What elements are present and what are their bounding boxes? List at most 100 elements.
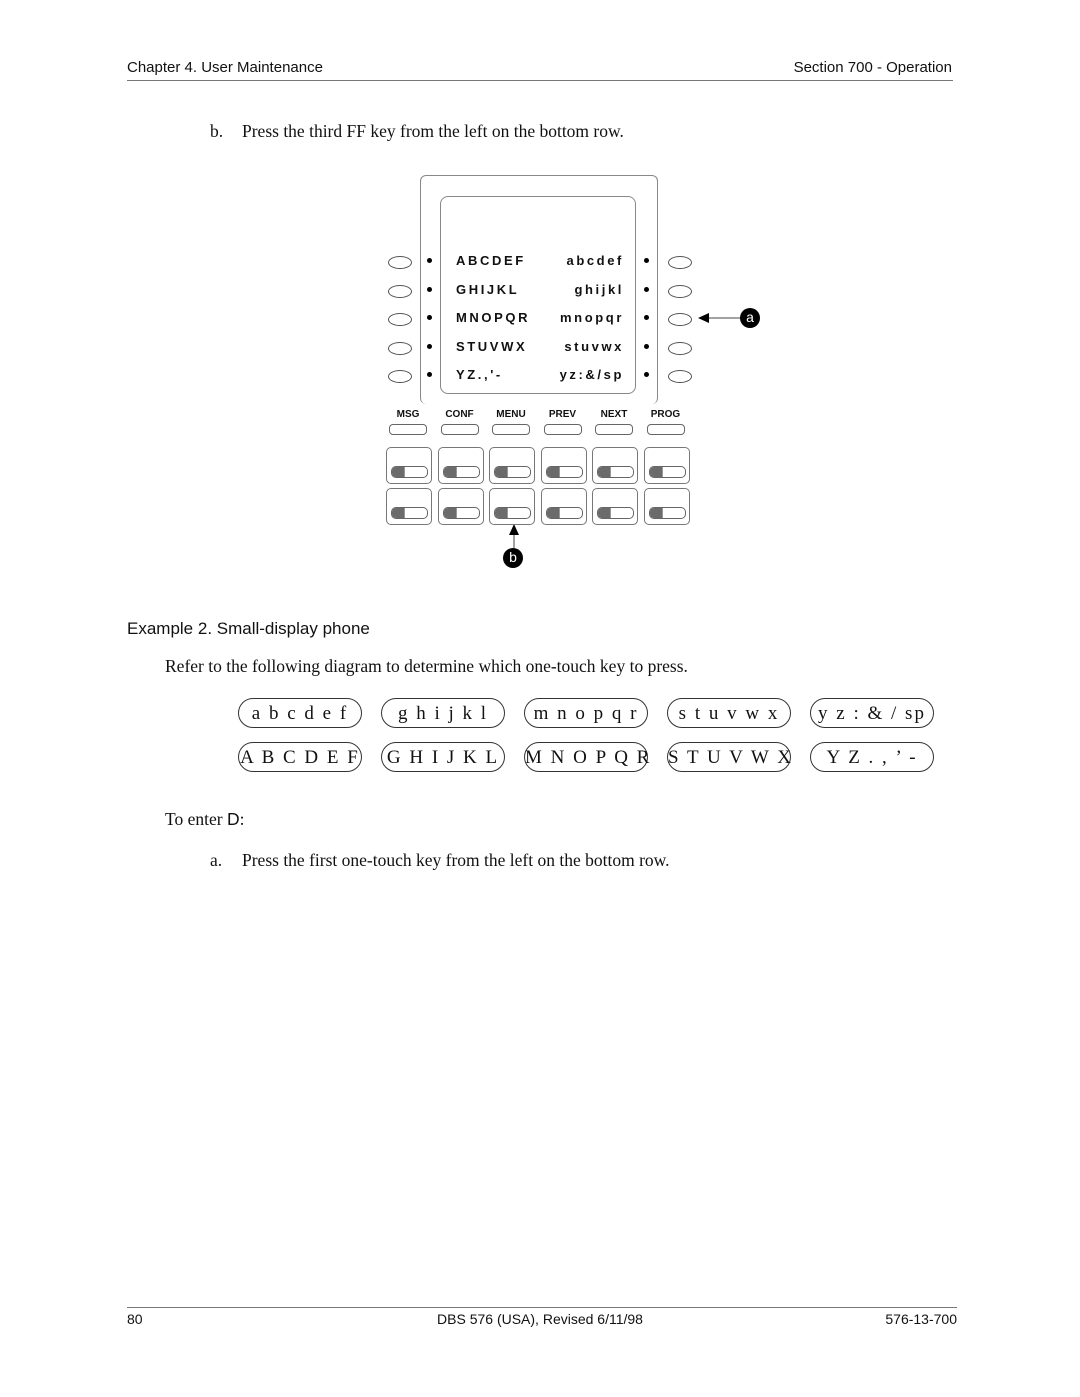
ff-key-led-icon — [391, 507, 428, 519]
running-header-chapter: Chapter 4. User Maintenance — [127, 59, 323, 76]
lcd-row: YZ.,'- yz:&/sp — [442, 367, 636, 387]
callout-b: b — [503, 548, 523, 568]
ff-key[interactable] — [592, 488, 638, 525]
left-soft-key[interactable] — [388, 370, 412, 383]
ff-key-led-icon — [391, 466, 428, 478]
example-2-intro: Refer to the following diagram to determ… — [165, 656, 688, 676]
callout-a: a — [740, 308, 760, 328]
one-touch-key[interactable]: s t u v w x — [667, 698, 791, 728]
ff-key-led-icon — [597, 466, 634, 478]
ff-key[interactable] — [489, 447, 535, 484]
one-touch-key[interactable]: g h i j k l — [381, 698, 505, 728]
callout-a-arrow — [698, 313, 740, 323]
lcd-lowercase-group: yz:&/sp — [559, 367, 624, 382]
lcd-row: ABCDEF abcdef — [442, 253, 636, 273]
right-indicator-dot — [644, 315, 649, 320]
one-touch-key[interactable]: M N O P Q R — [524, 742, 649, 772]
left-soft-key[interactable] — [388, 313, 412, 326]
lcd-lowercase-group: mnopqr — [560, 310, 624, 325]
lcd-uppercase-group: MNOPQR — [456, 310, 531, 325]
lcd-lowercase-group: stuvwx — [564, 338, 624, 354]
right-soft-key[interactable] — [668, 284, 692, 298]
ff-key[interactable] — [386, 447, 432, 484]
ff-key[interactable] — [540, 447, 587, 484]
lcd-row: STUVWX stuvwx — [442, 339, 636, 359]
one-touch-key[interactable]: A B C D E F — [238, 742, 362, 772]
ff-key[interactable] — [592, 447, 638, 484]
ff-key-led-icon — [442, 466, 480, 478]
right-soft-key[interactable] — [668, 341, 692, 355]
lcd-row: MNOPQR mnopqr — [442, 310, 636, 330]
to-enter-suffix: : — [239, 809, 245, 829]
function-key-msg[interactable] — [389, 424, 427, 435]
ff-key-led-icon — [494, 466, 531, 478]
left-soft-key[interactable] — [388, 341, 412, 355]
one-touch-key[interactable]: G H I J K L — [381, 742, 505, 772]
ff-key[interactable] — [540, 488, 587, 525]
one-touch-key[interactable]: y z : & / sp — [810, 698, 934, 728]
footer-doc-number: 576-13-700 — [885, 1311, 957, 1327]
left-indicator-dot — [427, 286, 432, 292]
function-key-label: MSG — [396, 409, 420, 420]
right-soft-key[interactable] — [668, 370, 692, 383]
ff-key[interactable] — [489, 488, 535, 525]
left-indicator-dot — [427, 258, 432, 263]
ff-key-led-icon — [648, 507, 686, 519]
lcd-row: GHIJKL ghijkl — [442, 282, 636, 302]
right-indicator-dot — [644, 372, 649, 377]
running-header-section: Section 700 - Operation — [793, 59, 952, 76]
function-key-label: MENU — [496, 409, 526, 420]
left-soft-key[interactable] — [388, 256, 412, 269]
ff-key[interactable] — [643, 488, 690, 525]
phone-diagram: a b ABCDEF abcdef GHIJKL ghijkl MNOPQR mnopqr… — [380, 172, 780, 582]
step-a: a. Press the first one-touch key from the… — [210, 850, 670, 871]
lcd-lowercase-group: ghijkl — [574, 281, 624, 297]
ff-key-led-icon — [597, 507, 634, 519]
function-key-next[interactable] — [595, 424, 633, 435]
lcd-lowercase-group: abcdef — [566, 253, 624, 268]
ff-key-led-icon — [545, 466, 583, 478]
function-key-label: NEXT — [600, 409, 628, 420]
ff-key-led-icon — [442, 507, 480, 519]
ff-key-led-icon — [545, 507, 583, 519]
ff-key[interactable] — [437, 488, 484, 525]
step-b-text: Press the third FF key from the left on … — [242, 121, 624, 141]
step-b-label: b. — [210, 121, 224, 141]
ff-key[interactable] — [437, 447, 484, 484]
function-key-prog[interactable] — [646, 424, 685, 435]
function-key-label: CONF — [445, 409, 474, 420]
one-touch-key[interactable]: Y Z . , ’ - — [810, 742, 934, 772]
step-a-text: Press the first one-touch key from the l… — [242, 850, 670, 870]
lcd-uppercase-group: GHIJKL — [456, 281, 520, 297]
ff-key[interactable] — [386, 488, 432, 525]
example-2-heading: Example 2. Small-display phone — [127, 619, 370, 638]
one-touch-key[interactable]: a b c d e f — [238, 698, 362, 728]
lcd-uppercase-group: STUVWX — [456, 338, 528, 354]
one-touch-key[interactable]: m n o p q r — [524, 698, 648, 728]
to-enter-prefix: To enter — [165, 809, 227, 829]
left-indicator-dot — [427, 372, 432, 377]
left-soft-key[interactable] — [388, 284, 412, 298]
function-key-menu[interactable] — [492, 424, 530, 435]
function-key-label: PROG — [650, 409, 681, 420]
function-key-prev[interactable] — [543, 424, 582, 435]
header-rule — [127, 80, 953, 81]
to-enter-char: D — [226, 809, 240, 829]
callout-b-arrow — [509, 524, 519, 548]
footer-rule — [127, 1307, 957, 1308]
to-enter-line: To enter D: — [165, 809, 244, 830]
ff-key-led-icon — [648, 466, 686, 478]
right-indicator-dot — [644, 286, 649, 292]
lcd-uppercase-group: YZ.,'- — [456, 367, 503, 382]
step-a-label: a. — [210, 850, 223, 870]
function-key-conf[interactable] — [440, 424, 479, 435]
right-soft-key[interactable] — [668, 313, 692, 326]
right-indicator-dot — [644, 343, 649, 349]
ff-key-led-icon — [494, 507, 531, 519]
ff-key[interactable] — [643, 447, 690, 484]
right-soft-key[interactable] — [668, 256, 692, 269]
function-key-label: PREV — [548, 409, 577, 420]
step-b: b. Press the third FF key from the left o… — [210, 121, 624, 142]
left-indicator-dot — [427, 315, 432, 320]
one-touch-key[interactable]: S T U V W X — [667, 742, 791, 772]
